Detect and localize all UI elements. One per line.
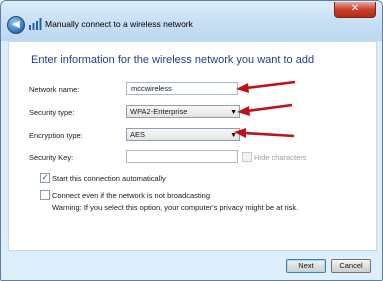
back-button[interactable]: ◀ <box>7 16 25 34</box>
start-automatically-label: Start this connection automatically <box>52 174 166 183</box>
dialog-window: ◀ Manually connect to a wireless network… <box>0 0 383 281</box>
cancel-button[interactable]: Cancel <box>331 259 371 273</box>
security-key-label: Security Key: <box>29 153 74 162</box>
network-name-input[interactable]: mccwireless <box>126 82 238 95</box>
window-title: Manually connect to a wireless network <box>45 19 193 29</box>
connect-not-broadcasting-checkbox[interactable] <box>40 190 50 200</box>
chevron-down-icon: ▼ <box>230 109 237 116</box>
start-automatically-checkbox[interactable]: ✓ <box>40 173 50 183</box>
encryption-type-value: AES <box>130 130 146 139</box>
security-type-value: WPA2-Enterprise <box>130 107 188 116</box>
close-icon: ✕ <box>350 3 360 14</box>
content-panel: Enter information for the wireless netwo… <box>8 41 377 251</box>
page-heading: Enter information for the wireless netwo… <box>31 54 315 66</box>
close-button[interactable]: ✕ <box>334 2 376 18</box>
privacy-warning-text: Warning: If you select this option, your… <box>52 203 299 212</box>
back-arrow-icon: ◀ <box>12 19 20 30</box>
encryption-type-label: Encryption type: <box>29 131 83 140</box>
network-name-label: Network name: <box>29 85 80 94</box>
title-bar: ◀ Manually connect to a wireless network… <box>1 1 382 41</box>
hide-characters-label: Hide characters <box>254 153 307 162</box>
security-type-label: Security type: <box>29 108 75 117</box>
connect-not-broadcasting-label: Connect even if the network is not broad… <box>52 191 211 200</box>
chevron-down-icon: ▼ <box>230 132 237 139</box>
next-button[interactable]: Next <box>286 259 326 273</box>
wireless-network-icon <box>29 18 42 30</box>
hide-characters-checkbox[interactable] <box>242 152 252 162</box>
security-key-input[interactable] <box>126 150 238 163</box>
encryption-type-select[interactable]: AES ▼ <box>126 128 240 141</box>
security-type-select[interactable]: WPA2-Enterprise ▼ <box>126 105 240 118</box>
